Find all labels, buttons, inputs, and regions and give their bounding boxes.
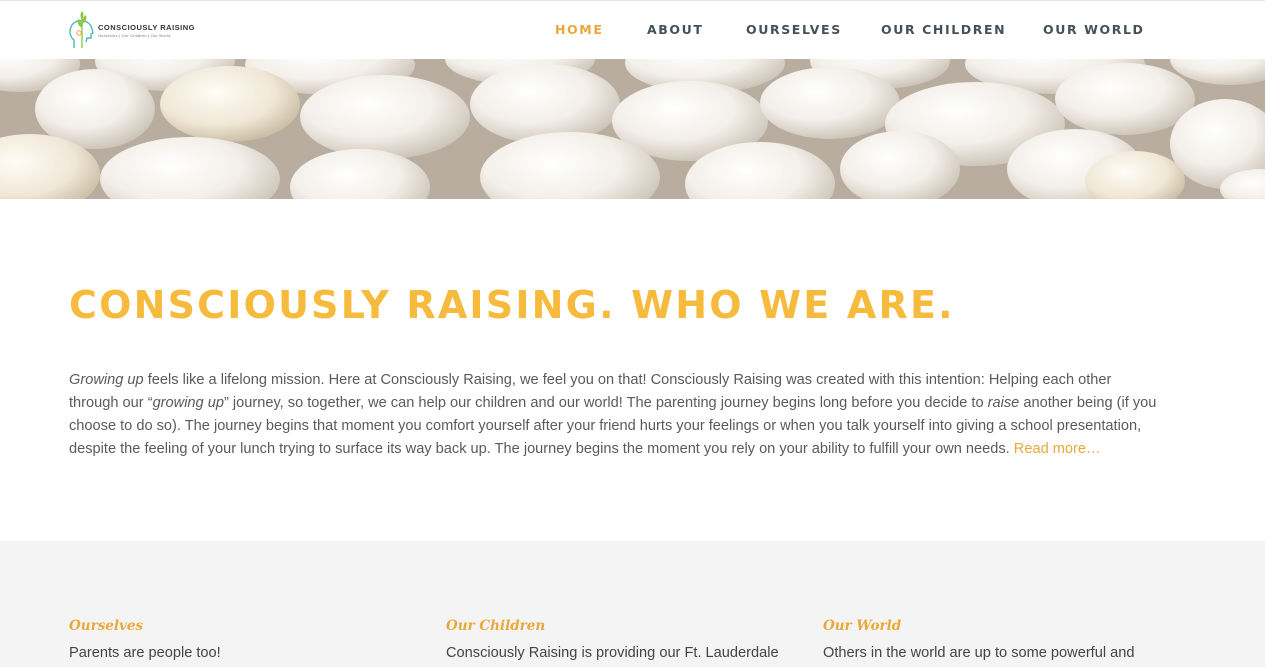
- hero-pebbles-image: [0, 59, 1265, 199]
- feature-text-our-children: Consciously Raising is providing our Ft.…: [446, 645, 779, 661]
- site-header: CONSCIOUSLY RAISING Ourselves | Our Chil…: [0, 0, 1265, 59]
- feature-our-world: Our World Others in the world are up to …: [823, 618, 1163, 661]
- head-sprout-icon: [68, 10, 96, 50]
- feature-our-children: Our Children Consciously Raising is prov…: [446, 618, 786, 661]
- feature-title-our-children[interactable]: Our Children: [446, 618, 786, 634]
- intro-paragraph: Growing up feels like a lifelong mission…: [69, 372, 1157, 457]
- nav-item-our-children[interactable]: OUR CHILDREN: [881, 22, 1006, 37]
- feature-text-our-world: Others in the world are up to some power…: [823, 645, 1135, 661]
- nav-item-about[interactable]: ABOUT: [647, 22, 704, 37]
- read-more-link[interactable]: Read more…: [1014, 441, 1101, 457]
- feature-text-ourselves: Parents are people too!: [69, 645, 221, 661]
- feature-title-ourselves[interactable]: Ourselves: [69, 618, 409, 634]
- features-section: Ourselves Parents are people too! Our Ch…: [0, 541, 1265, 667]
- nav-item-ourselves[interactable]: OURSELVES: [746, 22, 842, 37]
- site-logo[interactable]: CONSCIOUSLY RAISING Ourselves | Our Chil…: [68, 9, 198, 51]
- logo-tagline: Ourselves | Our Children | Our World: [98, 32, 171, 38]
- page-title: CONSCIOUSLY RAISING. WHO WE ARE.: [69, 283, 955, 327]
- feature-ourselves: Ourselves Parents are people too!: [69, 618, 409, 661]
- feature-title-our-world[interactable]: Our World: [823, 618, 1163, 634]
- nav-item-home[interactable]: HOME: [555, 22, 603, 37]
- nav-item-our-world[interactable]: OUR WORLD: [1043, 22, 1145, 37]
- logo-title: CONSCIOUSLY RAISING: [98, 22, 196, 32]
